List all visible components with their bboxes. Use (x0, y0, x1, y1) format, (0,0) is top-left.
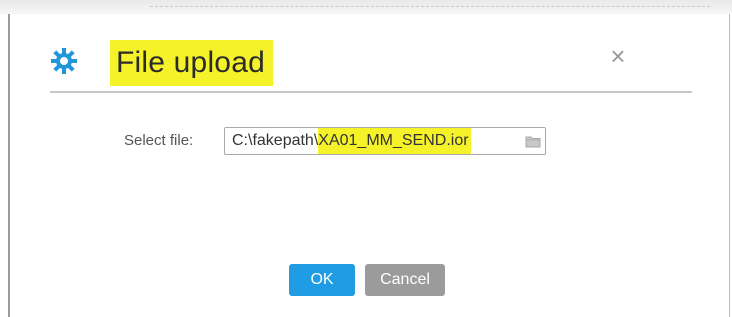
title-highlight: File upload (110, 40, 273, 86)
file-path-filename: XA01_MM_SEND.ior (318, 128, 471, 154)
cancel-button[interactable]: Cancel (365, 264, 445, 296)
header-divider (50, 91, 692, 93)
dialog-title: File upload (116, 46, 265, 79)
close-icon[interactable]: × (606, 42, 630, 70)
background-dotted-line (150, 6, 710, 7)
ok-button[interactable]: OK (289, 264, 355, 296)
folder-icon[interactable] (523, 131, 543, 151)
background-window-edge (0, 0, 732, 14)
file-path-prefix: C:\fakepath\ (232, 132, 319, 149)
file-path-input[interactable]: C:\fakepath\ XA01_MM_SEND.ior (224, 127, 546, 155)
file-upload-dialog: File upload × Select file: C:\fakepath\ … (8, 14, 730, 317)
select-file-label: Select file: (124, 132, 194, 149)
gear-icon (51, 48, 77, 74)
